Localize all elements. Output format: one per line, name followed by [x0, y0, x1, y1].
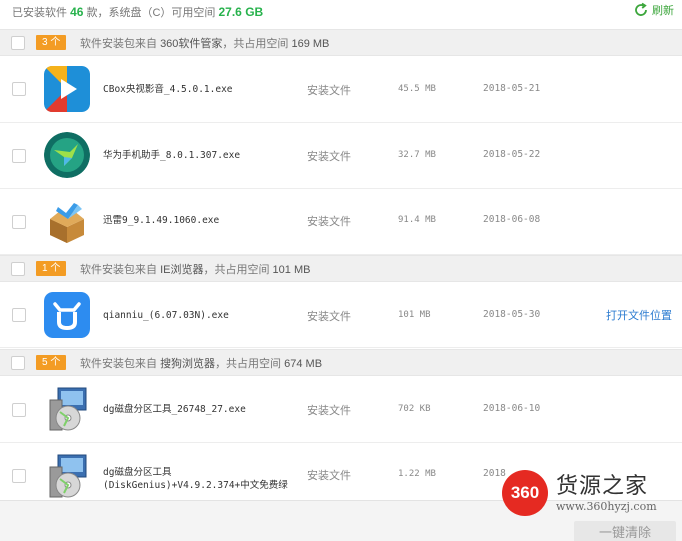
group-header-ie: 1 个 软件安装包来自 IE浏览器，共占用空间 101 MB	[0, 255, 682, 282]
file-size: 32.7 MB	[398, 150, 436, 160]
one-click-clean-button[interactable]: 一键清除	[574, 521, 676, 541]
group-count-badge: 5 个	[36, 355, 67, 370]
file-name: 华为手机助手_8.0.1.307.exe	[103, 150, 241, 161]
file-name: CBox央视影音_4.5.0.1.exe	[103, 84, 233, 95]
file-name-continued: (DiskGenius)+V4.9.2.374+中文免费绿	[103, 480, 288, 491]
summary-text: 已安装软件 46 款，系统盘（C）可用空间 27.6 GB	[12, 4, 263, 20]
group-prefix: 软件安装包来自	[80, 38, 157, 50]
group-description: 软件安装包来自 360软件管家，共占用空间 169 MB	[80, 35, 329, 51]
row-checkbox[interactable]	[12, 308, 26, 322]
watermark-logo: 360	[502, 470, 548, 516]
huawei-hisuite-icon	[44, 132, 90, 178]
file-date: 2018-05-21	[483, 83, 541, 94]
file-name: qianniu_(6.07.03N).exe	[103, 310, 229, 321]
file-row[interactable]: dg磁盘分区工具_26748_27.exe 安装文件 702 KB 2018-0…	[0, 376, 682, 443]
row-checkbox[interactable]	[12, 469, 26, 483]
xunlei-icon	[44, 197, 90, 243]
installer-cd-icon	[44, 386, 90, 432]
row-checkbox[interactable]	[12, 403, 26, 417]
file-row[interactable]: 迅雷9_9.1.49.1060.exe 安装文件 91.4 MB 2018-06…	[0, 189, 682, 255]
open-file-location-link[interactable]: 打开文件位置	[606, 307, 672, 323]
refresh-label: 刷新	[652, 5, 674, 17]
installer-cd-icon	[44, 453, 90, 499]
file-size: 101 MB	[398, 310, 431, 320]
group-description: 软件安装包来自 搜狗浏览器，共占用空间 674 MB	[80, 355, 322, 371]
file-type: 安装文件	[307, 311, 351, 323]
watermark: 360 货源之家 www.360hyzj.com	[500, 462, 680, 524]
group-mid: ，共占用空间	[203, 264, 270, 276]
group-source: 360软件管家	[160, 38, 223, 50]
file-type: 安装文件	[307, 405, 351, 417]
file-date: 2018-05-30	[483, 309, 541, 320]
file-date: 2018-05-22	[483, 149, 541, 160]
group-checkbox[interactable]	[11, 356, 25, 370]
file-row[interactable]: CBox央视影音_4.5.0.1.exe 安装文件 45.5 MB 2018-0…	[0, 56, 682, 123]
file-size: 45.5 MB	[398, 84, 436, 94]
group-source: IE浏览器	[160, 264, 204, 276]
free-space: 27.6 GB	[218, 5, 264, 19]
group-description: 软件安装包来自 IE浏览器，共占用空间 101 MB	[80, 261, 310, 277]
group-mid: ，共占用空间	[222, 38, 289, 50]
summary-bar: 已安装软件 46 款，系统盘（C）可用空间 27.6 GB 刷新	[0, 0, 682, 26]
file-size: 1.22 MB	[398, 469, 436, 479]
group-size: 674 MB	[284, 358, 323, 370]
file-type: 安装文件	[307, 151, 351, 163]
group-count-badge: 3 个	[36, 35, 67, 50]
group-prefix: 软件安装包来自	[80, 264, 157, 276]
file-size: 702 KB	[398, 404, 431, 414]
group-size: 169 MB	[291, 38, 330, 50]
file-type: 安装文件	[307, 85, 351, 97]
refresh-icon	[635, 2, 647, 16]
group-checkbox[interactable]	[11, 36, 25, 50]
group-prefix: 软件安装包来自	[80, 358, 157, 370]
watermark-name: 货源之家	[556, 473, 649, 499]
file-size: 91.4 MB	[398, 215, 436, 225]
summary-mid: 款，系统盘（C）可用空间	[86, 7, 216, 19]
watermark-url: www.360hyzj.com	[556, 499, 657, 513]
watermark-text: 货源之家 www.360hyzj.com	[556, 474, 657, 513]
row-checkbox[interactable]	[12, 82, 26, 96]
group-source: 搜狗浏览器	[160, 358, 216, 370]
file-name: 迅雷9_9.1.49.1060.exe	[103, 215, 220, 226]
group-size: 101 MB	[272, 264, 311, 276]
file-name: dg磁盘分区工具	[103, 467, 172, 478]
group-mid: ，共占用空间	[215, 358, 282, 370]
group-header-sogou: 5 个 软件安装包来自 搜狗浏览器，共占用空间 674 MB	[0, 349, 682, 376]
group-count-badge: 1 个	[36, 261, 67, 276]
cbox-icon	[44, 66, 90, 112]
group-header-360: 3 个 软件安装包来自 360软件管家，共占用空间 169 MB	[0, 29, 682, 56]
row-checkbox[interactable]	[12, 215, 26, 229]
installed-count: 46	[70, 5, 84, 19]
file-name: dg磁盘分区工具_26748_27.exe	[103, 404, 246, 415]
file-type: 安装文件	[307, 216, 351, 228]
refresh-button[interactable]: 刷新	[633, 2, 674, 18]
qianniu-icon	[44, 292, 90, 338]
file-type: 安装文件	[307, 470, 351, 482]
file-date: 2018-06-10	[483, 403, 541, 414]
file-row[interactable]: qianniu_(6.07.03N).exe 安装文件 101 MB 2018-…	[0, 282, 682, 348]
row-checkbox[interactable]	[12, 149, 26, 163]
file-row[interactable]: 华为手机助手_8.0.1.307.exe 安装文件 32.7 MB 2018-0…	[0, 123, 682, 189]
summary-prefix: 已安装软件	[12, 7, 67, 19]
file-date: 2018-06-08	[483, 214, 541, 225]
group-checkbox[interactable]	[11, 262, 25, 276]
